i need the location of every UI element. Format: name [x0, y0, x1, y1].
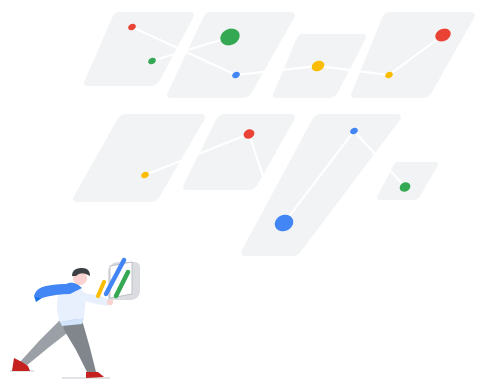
network-illustration [10, 12, 475, 379]
tiles [73, 12, 475, 256]
chart-board [96, 257, 140, 300]
front-shoe [86, 372, 104, 378]
person-carrying-chart-icon [10, 257, 140, 379]
tile-4 [351, 12, 475, 98]
bar-yellow [96, 280, 106, 298]
